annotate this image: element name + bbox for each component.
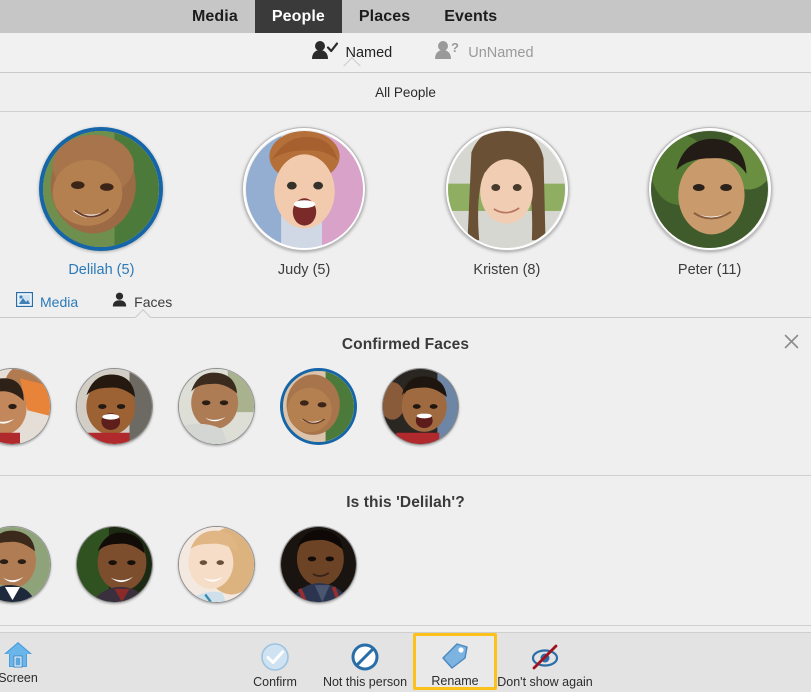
confirmed-faces-title: Confirmed Faces [341,336,470,353]
face-thumb-4[interactable] [279,368,357,445]
confirm-label: Confirm [253,675,297,689]
avatar[interactable] [242,127,367,251]
home-screen-button[interactable]: Screen [0,633,62,685]
avatar-image-delilah [43,131,160,247]
named-filter-bar: Named ? UnNamed [0,33,811,73]
tabbar-spacer [0,0,175,33]
person-name-label: Judy (5) [277,262,331,278]
person-name-label: Kristen (8) [473,262,541,278]
suggested-face-item[interactable] [0,526,63,603]
confirm-button[interactable]: Confirm [233,633,317,692]
avatar-image-kristen [448,130,566,248]
person-detail-subtabs: Media Faces [0,287,811,318]
person-card-delilah[interactable]: Delilah (5) [0,127,203,278]
person-card-kristen[interactable]: Kristen (8) [406,127,609,278]
subtab-faces-label: Faces [134,294,173,310]
rename-button[interactable]: Rename [413,633,497,690]
avatar[interactable] [647,127,772,251]
suggested-faces-panel: Is this 'Delilah'? [0,476,811,626]
tab-people[interactable]: People [254,0,342,33]
all-people-bar[interactable]: All People [0,73,811,112]
dont-show-again-label: Don't show again [497,675,593,689]
content-filler [0,626,811,633]
all-people-label: All People [375,84,436,100]
photo-icon [15,291,34,312]
not-this-person-label: Not this person [322,675,408,689]
suggest-thumb-2[interactable] [75,526,153,603]
home-icon [3,638,33,669]
people-view-window: Media People Places Events Named ? UnNam… [0,0,811,692]
suggested-faces-row [0,526,811,603]
subtab-faces[interactable]: Faces [112,287,172,317]
no-entry-icon [350,641,380,672]
suggest-thumb-1[interactable] [0,526,51,603]
close-icon[interactable] [780,330,802,352]
confirmed-faces-row [0,368,811,445]
confirmed-faces-panel: Confirmed Faces [0,318,811,476]
suggested-face-item[interactable] [165,526,267,603]
not-this-person-button[interactable]: Not this person [317,633,413,692]
named-filter-group: Named ? UnNamed [311,40,534,65]
avatar-image-judy [245,130,363,248]
avatar-image-peter [651,130,769,248]
person-card-judy[interactable]: Judy (5) [203,127,406,278]
rename-label: Rename [431,674,479,688]
subtab-media-label: Media [40,294,79,310]
person-check-icon [311,40,339,65]
face-thumb-5[interactable] [381,368,459,445]
tab-places[interactable]: Places [342,0,427,33]
confirmed-face-item[interactable] [165,368,267,445]
tag-icon [440,641,470,671]
hide-icon [530,641,560,672]
person-icon [112,292,127,312]
subtab-media[interactable]: Media [15,287,79,317]
suggest-thumb-4[interactable] [279,526,357,603]
suggest-thumb-3[interactable] [177,526,255,603]
confirmed-face-item[interactable] [0,368,63,445]
people-list: Delilah (5) Judy (5) Kristen (8) Peter (… [0,112,811,287]
face-thumb-2[interactable] [75,368,153,445]
check-circle-icon [260,641,290,672]
filter-unnamed[interactable]: ? UnNamed [434,40,534,65]
person-card-peter[interactable]: Peter (11) [608,127,811,278]
tab-events[interactable]: Events [427,0,514,33]
bottom-toolbar: Screen Confirm Not this person Rename Do… [0,633,811,692]
face-thumb-3[interactable] [177,368,255,445]
person-name-label: Peter (11) [677,262,742,278]
avatar[interactable] [444,127,569,251]
svg-text:?: ? [451,40,459,55]
filter-unnamed-label: UnNamed [468,44,534,61]
suggested-faces-title: Is this 'Delilah'? [346,494,465,511]
home-screen-label: Screen [0,671,38,685]
dont-show-again-button[interactable]: Don't show again [497,633,593,692]
confirmed-face-item[interactable] [63,368,165,445]
suggested-face-item[interactable] [267,526,369,603]
confirmed-face-item[interactable] [267,368,369,445]
tab-media[interactable]: Media [175,0,255,33]
toolbar-actions: Confirm Not this person Rename Don't sho… [233,633,593,692]
face-thumb-1[interactable] [0,368,51,445]
person-question-icon: ? [434,40,461,65]
avatar[interactable] [39,127,164,251]
filter-named[interactable]: Named [311,40,392,65]
confirmed-face-item[interactable] [369,368,471,445]
person-name-label: Delilah (5) [68,262,135,278]
filter-named-label: Named [345,44,393,61]
suggested-face-item[interactable] [63,526,165,603]
main-tab-bar: Media People Places Events [0,0,811,33]
